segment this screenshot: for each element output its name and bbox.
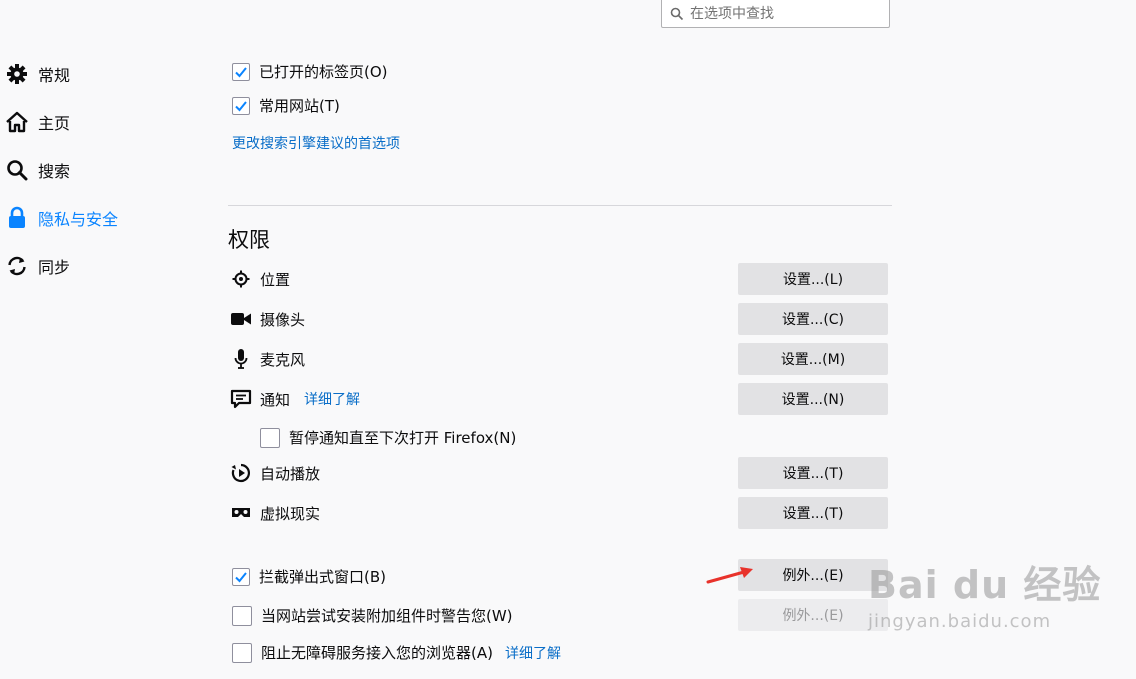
- top-sites-option[interactable]: 常用网站(T): [232, 95, 340, 116]
- block-accessibility-checkbox[interactable]: [232, 642, 252, 663]
- permission-autoplay: 自动播放: [230, 457, 320, 489]
- microphone-icon: [230, 349, 252, 369]
- virtual-reality-settings-button[interactable]: 设置...(T): [738, 497, 888, 529]
- addon-exceptions-button[interactable]: 例外...(E): [738, 599, 888, 631]
- checkmark-icon: [235, 66, 247, 77]
- autoplay-settings-button[interactable]: 设置...(T): [738, 457, 888, 489]
- microphone-settings-button[interactable]: 设置...(M): [738, 343, 888, 375]
- camera-settings-button[interactable]: 设置...(C): [738, 303, 888, 335]
- autoplay-icon: [230, 463, 252, 483]
- pause-notifications-label: 暂停通知直至下次打开 Firefox(N): [289, 429, 517, 447]
- sidebar-item-label: 常规: [38, 66, 71, 85]
- home-icon: [5, 110, 29, 134]
- notifications-label: 通知: [260, 390, 291, 409]
- location-settings-button[interactable]: 设置...(L): [738, 263, 888, 295]
- permission-notifications: 通知 详细了解: [230, 383, 360, 415]
- location-icon: [230, 270, 252, 288]
- popup-exceptions-button[interactable]: 例外...(E): [738, 559, 888, 591]
- sidebar-item-home[interactable]: 主页: [5, 108, 70, 136]
- warn-addons-option[interactable]: 当网站尝试安装附加组件时警告您(W): [232, 605, 513, 626]
- sidebar-item-label: 同步: [38, 258, 71, 277]
- open-tabs-label: 已打开的标签页(O): [259, 63, 388, 81]
- warn-addons-checkbox[interactable]: [232, 605, 252, 626]
- permission-location: 位置: [230, 263, 290, 295]
- search-icon: [670, 7, 684, 20]
- pause-notifications-checkbox[interactable]: [260, 427, 280, 448]
- vr-headset-icon: [230, 507, 252, 519]
- block-popups-checkbox[interactable]: [232, 567, 250, 586]
- checkmark-icon: [235, 571, 247, 582]
- autoplay-label: 自动播放: [260, 464, 321, 483]
- search-icon: [5, 158, 29, 182]
- sidebar-item-label: 搜索: [38, 162, 71, 181]
- open-tabs-checkbox[interactable]: [232, 62, 250, 81]
- block-accessibility-option[interactable]: 阻止无障碍服务接入您的浏览器(A) 详细了解: [232, 642, 561, 663]
- sidebar-item-label: 主页: [38, 114, 71, 133]
- gear-icon: [5, 62, 29, 86]
- baidu-watermark: Bai du 经验 jingyan.baidu.com: [868, 554, 1101, 632]
- search-input[interactable]: [688, 4, 882, 23]
- permission-virtual-reality: 虚拟现实: [230, 497, 320, 529]
- location-label: 位置: [260, 270, 291, 289]
- open-tabs-option[interactable]: 已打开的标签页(O): [232, 61, 388, 82]
- checkmark-icon: [235, 100, 247, 111]
- sidebar-item-label: 隐私与安全: [38, 210, 119, 229]
- warn-addons-label: 当网站尝试安装附加组件时警告您(W): [261, 607, 513, 625]
- sidebar-item-search[interactable]: 搜索: [5, 156, 70, 184]
- annotation-arrow: [706, 567, 753, 584]
- permission-microphone: 麦克风: [230, 343, 305, 375]
- lock-icon: [5, 206, 29, 230]
- sidebar-item-privacy[interactable]: 隐私与安全: [5, 204, 118, 232]
- sidebar-item-general[interactable]: 常规: [5, 60, 70, 88]
- section-divider: [228, 205, 892, 206]
- sidebar-item-sync[interactable]: 同步: [5, 252, 70, 280]
- sync-icon: [5, 254, 29, 278]
- camera-icon: [230, 312, 252, 326]
- block-popups-option[interactable]: 拦截弹出式窗口(B): [232, 566, 386, 587]
- accessibility-learn-more-link[interactable]: 详细了解: [505, 643, 561, 663]
- watermark-main: Bai du 经验: [868, 563, 1102, 607]
- change-search-suggestions-link[interactable]: 更改搜索引擎建议的首选项: [232, 133, 400, 153]
- top-sites-checkbox[interactable]: [232, 96, 250, 115]
- permissions-title: 权限: [228, 228, 270, 252]
- pause-notifications-option[interactable]: 暂停通知直至下次打开 Firefox(N): [260, 427, 516, 448]
- block-popups-label: 拦截弹出式窗口(B): [259, 568, 386, 586]
- permission-camera: 摄像头: [230, 303, 305, 335]
- search-field[interactable]: [661, 0, 890, 28]
- watermark-url: jingyan.baidu.com: [868, 611, 1052, 632]
- block-accessibility-label: 阻止无障碍服务接入您的浏览器(A): [261, 644, 493, 662]
- notification-icon: [230, 389, 252, 409]
- notifications-settings-button[interactable]: 设置...(N): [738, 383, 888, 415]
- microphone-label: 麦克风: [260, 350, 306, 369]
- notifications-learn-more-link[interactable]: 详细了解: [304, 389, 360, 409]
- camera-label: 摄像头: [260, 310, 306, 329]
- virtual-reality-label: 虚拟现实: [260, 504, 321, 523]
- top-sites-label: 常用网站(T): [259, 97, 340, 115]
